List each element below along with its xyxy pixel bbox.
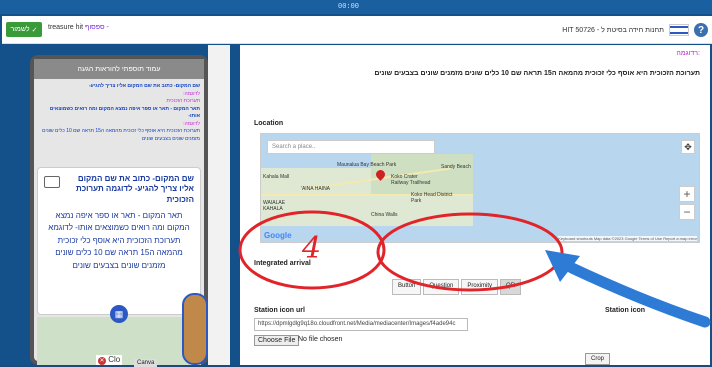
- arrival-method-tabs: Button Question Proximity QR: [392, 279, 522, 295]
- israel-flag-icon: [669, 24, 689, 36]
- preview-note: תערוכת הזכוכית היא אוסף כלי זכוכית מהמאה…: [42, 128, 200, 142]
- location-map[interactable]: Search a place.. ✥ + − Maunalua Bay Beac…: [260, 133, 700, 243]
- save-button[interactable]: לשמור ✓: [6, 22, 42, 37]
- card-body: תאר המקום - תאר או ספר איפה נמצא המקום ו…: [48, 211, 190, 270]
- station-icon-url-input[interactable]: https://dpmlgdlg9q18o.cloudfront.net/Med…: [254, 318, 468, 331]
- help-icon[interactable]: ?: [694, 23, 708, 37]
- map-label: Koko Crater Railway Trailhead: [391, 174, 431, 186]
- breadcrumb-text: HIT תחנות חידה בסיטת ל - 50726: [562, 26, 664, 34]
- location-label: Location: [254, 120, 284, 127]
- title-name: treasure hit: [48, 24, 84, 31]
- tab-proximity[interactable]: Proximity: [461, 279, 499, 295]
- tab-button[interactable]: Button: [392, 279, 422, 295]
- integrated-arrival-label: Integrated arrival: [254, 260, 311, 267]
- recording-indicator: 00:00: [338, 3, 360, 11]
- preview-thumbnail: [182, 293, 208, 365]
- preview-notes: שם המקום- כתוב את שם המקום אליו צריך להג…: [38, 83, 200, 143]
- editor-example-label: :רדוגמה: [676, 50, 700, 57]
- preview-header: עמוד תוספתי להוראות הגעה: [34, 59, 204, 79]
- map-label: Maunalua Bay Beach Park: [337, 162, 397, 168]
- preview-note: לדוגמה:: [183, 90, 200, 97]
- google-logo: Google: [264, 231, 292, 240]
- mobile-preview: עמוד תוספתי להוראות הגעה שם המקום- כתוב …: [30, 55, 208, 367]
- station-icon-url-label: Station icon url: [254, 307, 305, 314]
- preview-card: שם המקום- כתוב את שם המקום אליו צריך להג…: [37, 167, 201, 315]
- close-label: Clo: [108, 355, 121, 364]
- app-header: לשמור ✓ treasure hit ספסוף - HIT תחנות ח…: [2, 16, 712, 44]
- preview-gutter: [208, 45, 230, 365]
- breadcrumb: HIT תחנות חידה בסיטת ל - 50726 ?: [562, 22, 708, 38]
- no-file-text: No file chosen: [298, 336, 343, 343]
- preview-note: תאר המקום - תאר או ספר איפה נמצא המקום ו…: [49, 105, 200, 120]
- map-label: 'AINA HAINA: [301, 186, 331, 192]
- preview-note: תערוכת הזכוכית: [166, 98, 200, 104]
- project-title: treasure hit ספסוף -: [48, 24, 109, 31]
- map-label: Koko Head District Park: [411, 192, 453, 204]
- zoom-in-button[interactable]: +: [679, 186, 695, 202]
- card-title: שם המקום- כתוב את שם המקום אליו צריך להג…: [75, 174, 194, 204]
- title-prefix: ספסוף -: [84, 24, 109, 31]
- preview-note: לדוגמה:: [183, 120, 200, 127]
- map-label: Kahala Mall: [263, 174, 290, 180]
- choose-file-button[interactable]: Choose File: [254, 335, 300, 346]
- recording-bar: 00:00: [0, 0, 712, 14]
- editor-hint-text: תערוכת הזכוכית היא אוסף כלי זכוכית מהמאה…: [374, 70, 700, 77]
- close-icon: ✕: [98, 357, 106, 365]
- close-button[interactable]: ✕ Clo: [96, 355, 123, 365]
- check-icon: ✓: [31, 26, 38, 34]
- tab-question[interactable]: Question: [423, 279, 460, 295]
- station-icon-label: Station icon: [605, 307, 646, 314]
- map-label: Sandy Beach: [441, 164, 471, 170]
- crop-button[interactable]: Crop: [585, 353, 611, 365]
- map-label: China Walls: [371, 212, 398, 218]
- station-editor-panel: :רדוגמה תערוכת הזכוכית היא אוסף כלי זכוכ…: [240, 45, 710, 365]
- save-button-label: לשמור: [10, 26, 30, 33]
- qr-icon[interactable]: ▦: [110, 305, 128, 323]
- preview-note: שם המקום- כתוב את שם המקום אליו צריך להג…: [89, 83, 200, 89]
- image-icon: [44, 176, 60, 188]
- canva-label: Canva: [134, 359, 158, 367]
- tab-qr[interactable]: QR: [500, 279, 522, 295]
- map-pan-icon[interactable]: ✥: [681, 140, 695, 154]
- zoom-out-button[interactable]: −: [679, 204, 695, 220]
- map-attribution: Keyboard shortcuts Map data ©2023 Google…: [558, 236, 697, 241]
- map-label: WAIALAE KAHALA: [263, 200, 286, 212]
- map-search-input[interactable]: Search a place..: [267, 140, 435, 154]
